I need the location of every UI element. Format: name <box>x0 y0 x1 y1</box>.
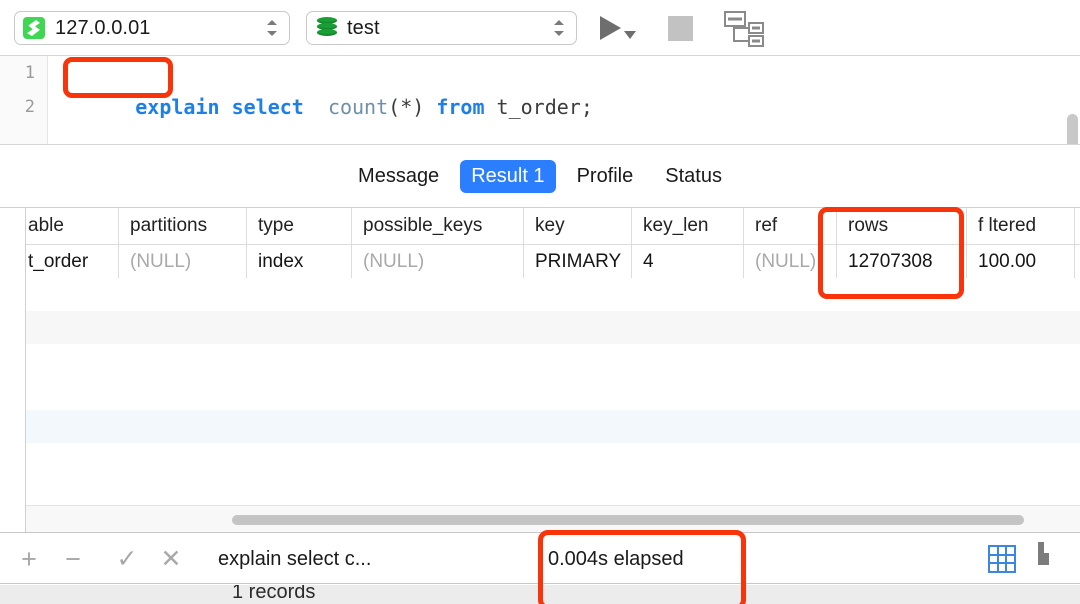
column-header-ref[interactable]: ref <box>743 208 836 244</box>
tab-message[interactable]: Message <box>347 160 450 193</box>
bottom-status-bar: + − ✓ ✕ explain select c... 0.004s elaps… <box>0 532 1080 584</box>
grid-view-icon <box>988 545 1016 573</box>
grid-scroll-thumb[interactable] <box>232 515 1024 525</box>
grid-view-button[interactable] <box>988 545 1016 573</box>
database-selector[interactable]: test <box>306 11 577 45</box>
table-row[interactable]: t_order (NULL) index (NULL) PRIMARY 4 (N… <box>0 245 1080 278</box>
sql-token-count: count <box>328 95 388 119</box>
column-header-extra[interactable]: Ext <box>1074 208 1080 244</box>
top-toolbar: 127.0.0.01 test <box>0 0 1080 56</box>
column-header-partitions[interactable]: partitions <box>118 208 246 244</box>
stop-button[interactable] <box>668 9 698 47</box>
cell-rows[interactable]: 12707308 <box>836 245 966 278</box>
tab-status[interactable]: Status <box>654 160 733 193</box>
empty-row[interactable] <box>0 278 1080 311</box>
sql-token-star-args: (*) <box>388 95 424 119</box>
cell-key-len[interactable]: 4 <box>631 245 743 278</box>
result-tab-bar: Message Result 1 Profile Status <box>0 145 1080 208</box>
explain-plan-tree-icon <box>722 9 768 47</box>
tab-result-1[interactable]: Result 1 <box>460 160 555 193</box>
cell-type[interactable]: index <box>246 245 351 278</box>
result-grid[interactable]: able partitions type possible_keys key k… <box>0 208 1080 532</box>
stop-icon <box>668 16 693 41</box>
table-header-row: able partitions type possible_keys key k… <box>0 208 1080 245</box>
record-count-label: 1 records <box>232 585 315 604</box>
column-header-key[interactable]: key <box>523 208 631 244</box>
row-header-column <box>0 208 26 532</box>
sql-token-space <box>304 95 328 119</box>
sql-token-table: t_order; <box>485 95 593 119</box>
sql-token-explain: explain <box>135 95 219 119</box>
sql-token-space <box>220 95 232 119</box>
chevron-updown-icon[interactable] <box>553 18 565 38</box>
database-icon <box>317 17 337 39</box>
sql-client-window: 127.0.0.01 test 1 2 explain <box>0 0 1080 604</box>
empty-row[interactable] <box>0 410 1080 443</box>
column-header-filtered[interactable]: f ltered <box>966 208 1074 244</box>
record-count-strip: 1 records <box>0 585 1080 604</box>
cell-possible-keys[interactable]: (NULL) <box>351 245 523 278</box>
result-grid-table: able partitions type possible_keys key k… <box>0 208 1080 476</box>
sql-token-space <box>424 95 436 119</box>
connection-selector[interactable]: 127.0.0.01 <box>14 11 290 45</box>
explain-plan-button[interactable] <box>722 9 768 47</box>
remove-row-icon[interactable]: − <box>58 533 88 585</box>
line-number: 2 <box>0 90 47 124</box>
sql-code-text[interactable]: explain select count(*) from t_order; <box>63 56 593 145</box>
empty-row[interactable] <box>0 344 1080 377</box>
cell-key[interactable]: PRIMARY <box>523 245 631 278</box>
cell-filtered[interactable]: 100.00 <box>966 245 1074 278</box>
run-button[interactable] <box>600 9 652 47</box>
cell-ref[interactable]: (NULL) <box>743 245 836 278</box>
empty-row[interactable] <box>0 377 1080 410</box>
confirm-icon[interactable]: ✓ <box>112 533 142 585</box>
executed-sql-summary: explain select c... <box>218 533 371 585</box>
column-header-type[interactable]: type <box>246 208 351 244</box>
connection-name: 127.0.0.01 <box>55 17 151 40</box>
empty-row[interactable] <box>0 443 1080 476</box>
grid-horizontal-scrollbar[interactable] <box>26 505 1080 532</box>
column-header-possible-keys[interactable]: possible_keys <box>351 208 523 244</box>
tab-profile[interactable]: Profile <box>566 160 645 193</box>
chevron-updown-icon[interactable] <box>266 18 278 38</box>
mysql-connection-icon <box>23 17 45 39</box>
database-name: test <box>347 17 380 40</box>
empty-row[interactable] <box>0 311 1080 344</box>
add-row-icon[interactable]: + <box>14 533 44 585</box>
sql-editor[interactable]: 1 2 explain select count(*) from t_order… <box>0 56 1080 145</box>
sql-token-from: from <box>436 95 484 119</box>
elapsed-time: 0.004s elapsed <box>548 533 684 585</box>
play-icon <box>600 16 621 40</box>
line-number: 1 <box>0 56 47 90</box>
cell-partitions[interactable]: (NULL) <box>118 245 246 278</box>
column-header-rows[interactable]: rows <box>836 208 966 244</box>
chevron-down-icon[interactable] <box>624 31 636 39</box>
form-view-button[interactable] <box>1038 545 1066 573</box>
line-number-gutter: 1 2 <box>0 56 48 145</box>
cell-extra[interactable]: Us <box>1074 245 1080 278</box>
column-header-key-len[interactable]: key_len <box>631 208 743 244</box>
editor-vertical-scrollbar[interactable] <box>1067 114 1078 145</box>
sql-token-select: select <box>232 95 304 119</box>
form-view-icon <box>1038 542 1044 565</box>
cancel-icon[interactable]: ✕ <box>156 533 186 585</box>
